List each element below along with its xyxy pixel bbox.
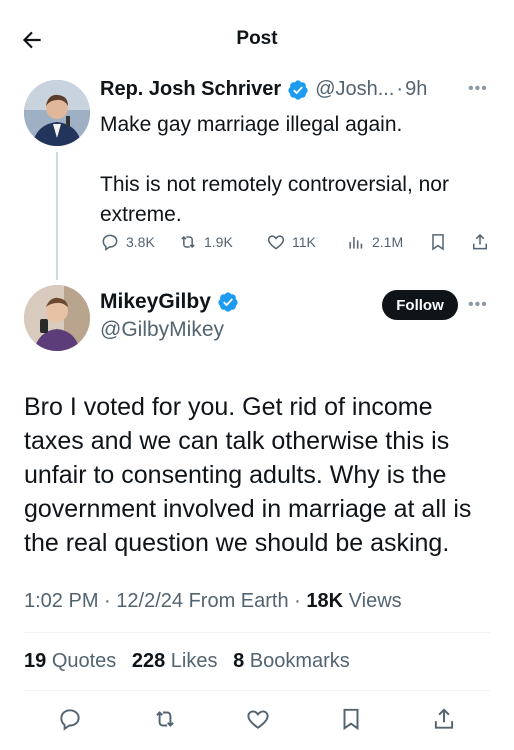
- parent-tweet-header: Rep. Josh Schriver @Josh... · 9h: [100, 78, 427, 101]
- repost-button[interactable]: [152, 706, 178, 732]
- share-button[interactable]: [470, 232, 490, 252]
- avatar-photo: [24, 285, 90, 351]
- bookmarks-stat[interactable]: 8 Bookmarks: [233, 650, 350, 672]
- more-options-icon[interactable]: •••: [468, 296, 488, 314]
- like-button[interactable]: [245, 706, 271, 732]
- parent-tweet-text: Make gay marriage illegal again. This is…: [100, 113, 449, 226]
- avatar[interactable]: [24, 285, 90, 351]
- views-count: 18K: [306, 590, 344, 612]
- verified-badge-icon: [217, 291, 239, 313]
- engagement-stats: 19 Quotes 228 Likes 8 Bookmarks: [24, 650, 360, 673]
- repost-icon: [156, 711, 174, 727]
- reply-icon: [60, 709, 80, 731]
- main-tweet-actions: [0, 702, 514, 736]
- page-title: Post: [236, 28, 278, 49]
- quotes-label: Quotes: [51, 650, 117, 672]
- views-button[interactable]: 2.1M: [346, 232, 403, 252]
- reply-count: 3.8K: [126, 234, 155, 250]
- like-button[interactable]: 11K: [266, 232, 316, 252]
- quotes-count: 19: [24, 650, 47, 672]
- avatar[interactable]: [24, 80, 90, 146]
- views-label: Views: [348, 590, 402, 612]
- analytics-icon: [349, 237, 363, 249]
- repost-button[interactable]: 1.9K: [178, 232, 233, 252]
- quotes-stat[interactable]: 19 Quotes: [24, 650, 116, 672]
- main-tweet-author: MikeyGilby: [100, 290, 239, 314]
- post-time[interactable]: 9h: [405, 78, 427, 101]
- avatar-photo: [24, 80, 90, 146]
- bookmark-button[interactable]: [428, 232, 448, 252]
- likes-label: Likes: [170, 650, 218, 672]
- author-handle[interactable]: @Josh...: [315, 78, 394, 101]
- share-icon: [473, 233, 487, 250]
- bookmarks-count: 8: [233, 650, 245, 672]
- parent-tweet-actions: 3.8K 1.9K 11K 2.1M: [100, 230, 500, 256]
- bookmarks-label: Bookmarks: [249, 650, 350, 672]
- share-icon: [434, 708, 454, 729]
- thread-line: [56, 152, 58, 280]
- likes-stat[interactable]: 228 Likes: [132, 650, 218, 672]
- reply-icon: [102, 234, 118, 251]
- bookmark-icon: [432, 234, 444, 251]
- post-date[interactable]: 12/2/24: [116, 590, 183, 612]
- bookmark-button[interactable]: [338, 706, 364, 732]
- follow-button[interactable]: Follow: [382, 290, 458, 320]
- tweet-metadata: 1:02 PM · 12/2/24 From Earth · 18K Views: [24, 590, 402, 613]
- share-button[interactable]: [431, 706, 457, 732]
- separator: ·: [104, 590, 111, 612]
- separator: ·: [396, 78, 404, 100]
- heart-icon: [267, 235, 285, 250]
- views-count: 2.1M: [372, 234, 404, 250]
- like-count: 11K: [292, 234, 316, 250]
- author-handle[interactable]: @GilbyMikey: [100, 318, 224, 342]
- bookmark-icon: [343, 708, 359, 731]
- heart-icon: [247, 710, 269, 729]
- author-name[interactable]: MikeyGilby: [100, 290, 211, 314]
- post-source: From Earth: [188, 590, 289, 612]
- reply-button[interactable]: 3.8K: [100, 232, 155, 252]
- verified-badge-icon: [287, 79, 309, 101]
- top-bar: Post: [0, 0, 514, 80]
- divider: [24, 690, 490, 691]
- reply-button[interactable]: [57, 706, 83, 732]
- likes-count: 228: [131, 650, 166, 672]
- more-options-icon[interactable]: •••: [468, 80, 488, 98]
- post-time[interactable]: 1:02 PM: [24, 590, 98, 612]
- divider: [24, 632, 490, 633]
- repost-icon: [181, 235, 195, 249]
- main-tweet-text: Bro I voted for you. Get rid of income t…: [24, 393, 472, 557]
- repost-count: 1.9K: [204, 234, 233, 250]
- separator: ·: [294, 590, 301, 612]
- author-name[interactable]: Rep. Josh Schriver: [100, 78, 281, 101]
